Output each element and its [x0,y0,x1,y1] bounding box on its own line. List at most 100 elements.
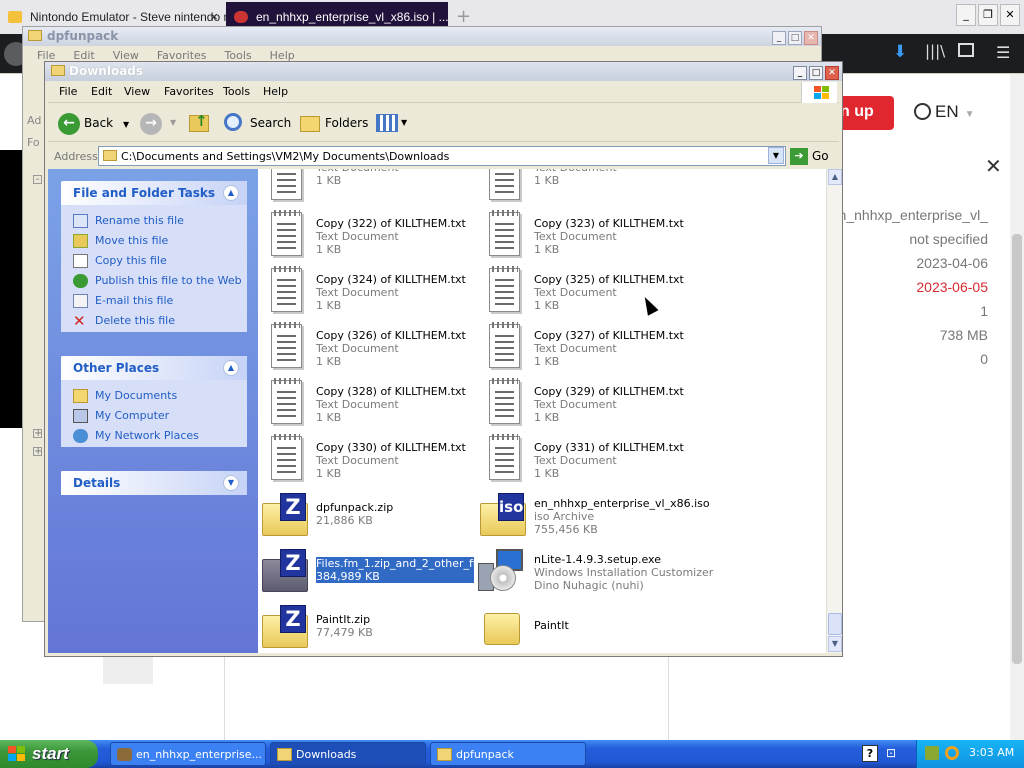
maximize-icon[interactable]: □ [788,31,802,45]
search-icon[interactable] [945,746,959,760]
file-size: 1 KB [534,174,560,187]
details-header[interactable]: Details ▼ [61,471,247,495]
address-input[interactable]: C:\Documents and Settings\VM2\My Documen… [98,146,786,166]
menu-help[interactable]: Help [263,85,288,98]
help-icon[interactable]: ? [862,745,878,762]
clock[interactable]: 3:03 AM [969,746,1014,759]
file-item[interactable]: Z PaintIt.zip 77,479 KB [258,603,473,653]
menu-icon[interactable]: ☰ [996,43,1010,62]
taskbar-item-dpfunpack[interactable]: dpfunpack [430,742,586,766]
folder-icon [103,150,117,161]
library-icon[interactable]: |||\ [925,42,945,60]
start-button[interactable]: start [0,740,98,768]
file-item[interactable]: Text Document1 KB [258,169,473,205]
views-button[interactable]: ▼ [374,112,410,136]
downloads-title-bar[interactable]: Downloads _ □ ✕ [45,62,842,81]
place-my-computer[interactable]: My Computer [73,408,247,428]
file-folder-tasks-header[interactable]: File and Folder Tasks ▲ [61,181,247,205]
minimize-icon[interactable]: _ [793,66,807,80]
minimize-icon[interactable]: _ [956,4,976,26]
back-button[interactable]: ← Back ▼ [56,112,130,136]
file-item[interactable]: Copy (322) of KILLTHEM.txt Text Document 1… [258,210,473,261]
file-item[interactable]: Copy (329) of KILLTHEM.txt Text Document 1… [476,378,691,429]
dpfunpack-title-bar[interactable]: dpfunpack _ □ ✕ [23,27,821,46]
file-item[interactable]: Z dpfunpack.zip 21,886 KB [258,491,473,541]
file-item[interactable]: Copy (326) of KILLTHEM.txt Text Document 1… [258,322,473,373]
file-item[interactable]: nLite-1.4.9.3.setup.exe Windows Installat… [476,547,713,597]
collapse-icon[interactable]: ▲ [223,185,239,201]
email-icon [73,294,88,308]
tree-collapse-icon[interactable]: - [33,175,42,185]
go-button[interactable]: ➔ Go [790,148,829,166]
address-dropdown-button[interactable]: ▼ [768,147,784,164]
file-item[interactable]: Copy (330) of KILLTHEM.txt Text Document 1… [258,434,473,485]
menu-file[interactable]: File [59,85,77,98]
restore-icon[interactable]: ❐ [978,4,998,26]
taskbar-item-browser[interactable]: en_nhhxp_enterprise... [110,742,266,766]
expand-icon[interactable]: ▼ [223,475,239,491]
language-selector[interactable]: EN ▼ [914,102,975,122]
search-button[interactable]: Search [222,112,292,136]
sign-up-button[interactable]: n up [838,96,894,130]
browser-scrollbar[interactable] [1010,74,1024,740]
forward-button[interactable]: → ▼ [140,112,180,136]
file-size: 1 KB [316,174,342,187]
file-list-scrollbar[interactable]: ▲ ▼ [826,169,842,653]
taskbar-options-icon[interactable]: ⊡ [886,746,896,760]
menu-tools[interactable]: Tools [223,85,250,98]
menu-edit[interactable]: Edit [91,85,112,98]
file-item[interactable]: Copy (327) of KILLTHEM.txt Text Document 1… [476,322,691,373]
tree-expand-icon[interactable]: + [33,447,42,457]
task-move[interactable]: Move this file [73,233,247,253]
file-size: 1 KB [316,243,342,256]
browser-tab-label: Nintondo Emulator - Steve nintendo nes g… [30,10,226,24]
tree-expand-icon[interactable]: + [33,429,42,439]
scrollbar-thumb[interactable] [828,613,842,635]
collapse-icon[interactable]: ▲ [223,360,239,376]
file-item[interactable]: iso en_nhhxp_enterprise_vl_x86.iso iso Ar… [476,491,710,541]
new-tab-icon[interactable]: + [456,6,471,27]
folders-button[interactable]: Folders [298,112,368,136]
task-rename[interactable]: Rename this file [73,213,247,233]
folders-label: Fo [27,136,40,149]
file-item[interactable]: Text Document1 KB [476,169,691,205]
maximize-icon[interactable]: □ [809,66,823,80]
menu-favorites[interactable]: Favorites [164,85,214,98]
task-delete[interactable]: ✕ Delete this file [73,313,247,333]
close-icon[interactable]: ✕ [804,31,818,45]
close-panel-icon[interactable]: ✕ [985,154,1002,178]
task-copy[interactable]: Copy this file [73,253,247,273]
other-places-header[interactable]: Other Places ▲ [61,356,247,380]
file-name: Copy (331) of KILLTHEM.txt [534,441,684,454]
folder-item[interactable]: PaintIt [476,603,691,653]
file-item[interactable]: Copy (331) of KILLTHEM.txt Text Document 1… [476,434,691,485]
tray-app-icon[interactable] [925,746,939,760]
download-icon[interactable]: ⬇ [893,42,907,62]
close-icon[interactable]: ✕ [825,66,839,80]
text-document-icon [476,434,524,483]
place-my-documents[interactable]: My Documents [73,388,247,408]
place-label: My Computer [95,409,170,422]
close-tab-icon[interactable]: × [210,9,218,24]
minimize-icon[interactable]: _ [772,31,786,45]
menu-view[interactable]: View [124,85,150,98]
scroll-up-icon[interactable]: ▲ [828,169,842,185]
file-item[interactable]: Copy (324) of KILLTHEM.txt Text Document 1… [258,266,473,317]
close-icon[interactable]: ✕ [1000,4,1020,26]
place-my-network[interactable]: My Network Places [73,428,247,448]
address-path: C:\Documents and Settings\VM2\My Documen… [121,150,450,163]
file-item[interactable]: Copy (328) of KILLTHEM.txt Text Document 1… [258,378,473,429]
file-item[interactable]: Copy (325) of KILLTHEM.txt Text Document 1… [476,266,691,317]
task-publish[interactable]: Publish this file to the Web [73,273,247,293]
file-type: Text Document [534,286,617,299]
text-document-icon [258,434,306,483]
address-label: Ad [27,114,42,127]
file-item-selected[interactable]: Z Files.fm_1.zip_and_2_other_file... 384,… [258,547,496,597]
up-folder-button[interactable]: ↑ [187,112,211,136]
taskbar-item-downloads[interactable]: Downloads [270,742,426,766]
scroll-down-icon[interactable]: ▼ [828,636,842,652]
sidebar-icon[interactable] [958,43,974,57]
scrollbar-thumb[interactable] [1012,234,1022,664]
task-email[interactable]: E-mail this file [73,293,247,313]
file-item[interactable]: Copy (323) of KILLTHEM.txt Text Document 1… [476,210,691,261]
